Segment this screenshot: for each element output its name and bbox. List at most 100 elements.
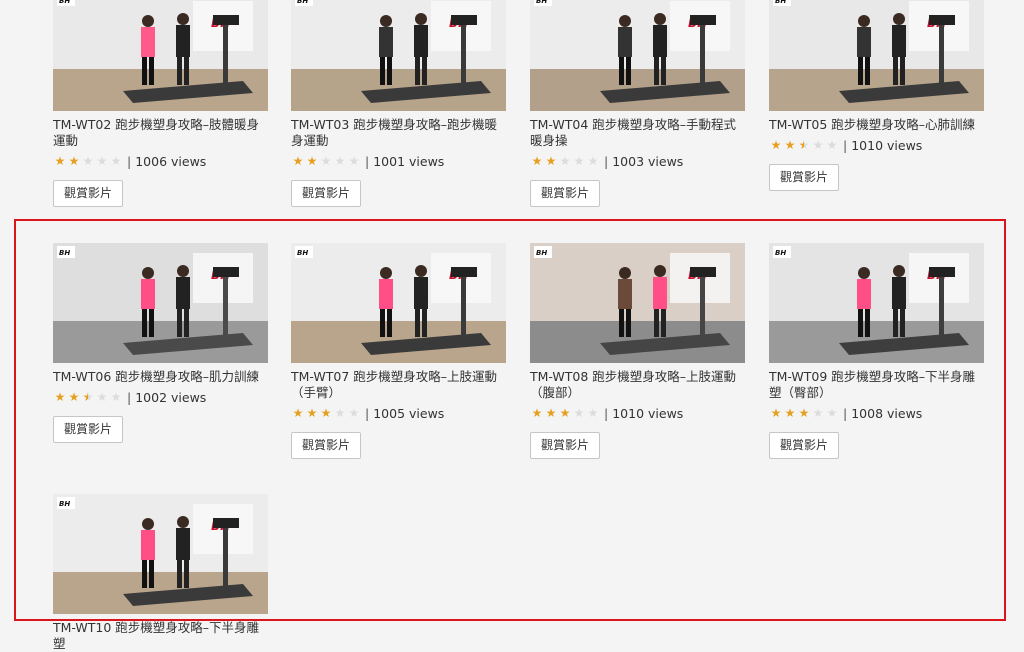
rating-stars: ★ ★ ★ ★ ★ <box>291 406 361 420</box>
svg-text:BH: BH <box>59 0 70 5</box>
separator: | <box>127 389 132 405</box>
video-meta: ★ ★ ★ ★ ★ | 1003 views <box>530 153 745 169</box>
video-thumbnail[interactable]: BH BH <box>530 243 745 363</box>
star-icon: ★ <box>82 154 94 168</box>
star-icon: ★ <box>531 154 543 168</box>
watch-video-button[interactable]: 觀賞影片 <box>530 180 601 207</box>
view-count: 1010 views <box>851 137 923 153</box>
watch-video-button[interactable]: 觀賞影片 <box>53 416 124 443</box>
video-card: BH BH TM-WT04 跑步機塑身攻略–手動程式暖身操 ★★★★★ | 10… <box>530 0 745 207</box>
rating-stars: ★ ★ ★ ★ ★ <box>530 154 600 168</box>
star-icon: ★ <box>587 406 599 420</box>
view-count: 1005 views <box>373 405 445 421</box>
svg-text:BH: BH <box>297 249 308 257</box>
video-thumbnail[interactable]: BH BH <box>291 0 506 111</box>
video-meta: ★ ★ ★ ★ ★ | 1005 views <box>291 405 506 421</box>
video-thumbnail[interactable]: BH BH <box>53 494 268 614</box>
star-icon: ★ <box>292 406 304 420</box>
svg-text:BH: BH <box>536 0 547 5</box>
watch-video-button[interactable]: 觀賞影片 <box>291 180 362 207</box>
video-title[interactable]: TM-WT05 跑步機塑身攻略–心肺訓練 <box>769 117 984 133</box>
star-icon: ★ <box>320 406 332 420</box>
star-icon: ★ <box>798 138 810 152</box>
star-icon: ★ <box>348 154 360 168</box>
star-icon: ★ <box>559 406 571 420</box>
rating-stars: ★ ★ ★ ★ ★ <box>530 406 600 420</box>
star-icon: ★ <box>82 390 94 404</box>
star-icon: ★ <box>334 406 346 420</box>
watch-video-button[interactable]: 觀賞影片 <box>530 432 601 459</box>
star-icon: ★ <box>812 406 824 420</box>
video-title[interactable]: TM-WT10 跑步機塑身攻略–下半身雕塑 <box>53 620 268 652</box>
star-icon: ★ <box>784 406 796 420</box>
star-icon: ★ <box>784 138 796 152</box>
svg-text:BH: BH <box>775 249 786 257</box>
separator: | <box>365 405 370 421</box>
video-title[interactable]: TM-WT02 跑步機塑身攻略–肢體暖身運動 <box>53 117 268 149</box>
rating-stars: ★ ★ ★ ★ ★ <box>769 406 839 420</box>
separator: | <box>604 405 609 421</box>
separator: | <box>843 137 848 153</box>
video-card: BH BH TM-WT05 跑步機塑身攻略–心肺訓練 ★★★★★ | 1010 … <box>769 0 984 191</box>
view-count: 1002 views <box>135 389 207 405</box>
star-icon: ★ <box>320 154 332 168</box>
view-count: 1010 views <box>612 405 684 421</box>
watch-video-button[interactable]: 觀賞影片 <box>769 432 840 459</box>
video-thumbnail[interactable]: BH BH <box>769 243 984 363</box>
separator: | <box>604 153 609 169</box>
video-thumbnail[interactable]: BH BH <box>53 243 268 363</box>
video-meta: ★ ★ ★ ★ ★ | 1010 views <box>769 137 984 153</box>
star-icon: ★ <box>306 406 318 420</box>
video-meta: ★ ★ ★ ★ ★ | 1010 views <box>530 405 745 421</box>
video-card: BH BH TM-WT07 跑步機塑身攻略–上肢運動（手臂） ★★★★★ | 1… <box>291 243 506 459</box>
separator: | <box>365 153 370 169</box>
star-icon: ★ <box>348 406 360 420</box>
video-title[interactable]: TM-WT08 跑步機塑身攻略–上肢運動（腹部） <box>530 369 745 401</box>
star-icon: ★ <box>54 154 66 168</box>
video-card: BH BH TM-WT09 跑步機塑身攻略–下半身雕塑（臀部） ★★★★★ | … <box>769 243 984 459</box>
star-icon: ★ <box>812 138 824 152</box>
star-icon: ★ <box>770 406 782 420</box>
watch-video-button[interactable]: 觀賞影片 <box>769 164 840 191</box>
video-thumbnail[interactable]: BH BH <box>530 0 745 111</box>
video-card: BH BH TM-WT06 跑步機塑身攻略–肌力訓練 ★★★★★ | 1002 … <box>53 243 268 443</box>
rating-stars: ★ ★ ★ ★ ★ <box>291 154 361 168</box>
star-icon: ★ <box>110 154 122 168</box>
star-icon: ★ <box>545 154 557 168</box>
star-icon: ★ <box>306 154 318 168</box>
video-meta: ★ ★ ★ ★ ★ | 1001 views <box>291 153 506 169</box>
rating-stars: ★ ★ ★ ★ ★ <box>53 390 123 404</box>
separator: | <box>843 405 848 421</box>
star-icon: ★ <box>334 154 346 168</box>
star-icon: ★ <box>68 390 80 404</box>
video-card: BH BH TM-WT10 跑步機塑身攻略–下半身雕塑 <box>53 494 268 652</box>
view-count: 1003 views <box>612 153 684 169</box>
video-card: BH BH TM-WT08 跑步機塑身攻略–上肢運動（腹部） ★★★★★ | 1… <box>530 243 745 459</box>
video-title[interactable]: TM-WT04 跑步機塑身攻略–手動程式暖身操 <box>530 117 745 149</box>
separator: | <box>127 153 132 169</box>
video-title[interactable]: TM-WT06 跑步機塑身攻略–肌力訓練 <box>53 369 268 385</box>
video-thumbnail[interactable]: BH BH <box>291 243 506 363</box>
star-icon: ★ <box>826 406 838 420</box>
star-icon: ★ <box>798 406 810 420</box>
video-meta: ★ ★ ★ ★ ★ | 1008 views <box>769 405 984 421</box>
video-thumbnail[interactable]: BH BH <box>769 0 984 111</box>
video-title[interactable]: TM-WT07 跑步機塑身攻略–上肢運動（手臂） <box>291 369 506 401</box>
video-title[interactable]: TM-WT09 跑步機塑身攻略–下半身雕塑（臀部） <box>769 369 984 401</box>
view-count: 1006 views <box>135 153 207 169</box>
star-icon: ★ <box>531 406 543 420</box>
watch-video-button[interactable]: 觀賞影片 <box>291 432 362 459</box>
video-card: BH BH TM-WT03 跑步機塑身攻略–跑步機暖身運動 ★★★★★ | 10… <box>291 0 506 207</box>
star-icon: ★ <box>545 406 557 420</box>
svg-text:BH: BH <box>59 500 70 508</box>
video-meta: ★ ★ ★ ★ ★ | 1002 views <box>53 389 268 405</box>
svg-text:BH: BH <box>59 249 70 257</box>
star-icon: ★ <box>770 138 782 152</box>
watch-video-button[interactable]: 觀賞影片 <box>53 180 124 207</box>
video-thumbnail[interactable]: BH BH <box>53 0 268 111</box>
star-icon: ★ <box>110 390 122 404</box>
star-icon: ★ <box>826 138 838 152</box>
video-title[interactable]: TM-WT03 跑步機塑身攻略–跑步機暖身運動 <box>291 117 506 149</box>
star-icon: ★ <box>96 154 108 168</box>
star-icon: ★ <box>559 154 571 168</box>
